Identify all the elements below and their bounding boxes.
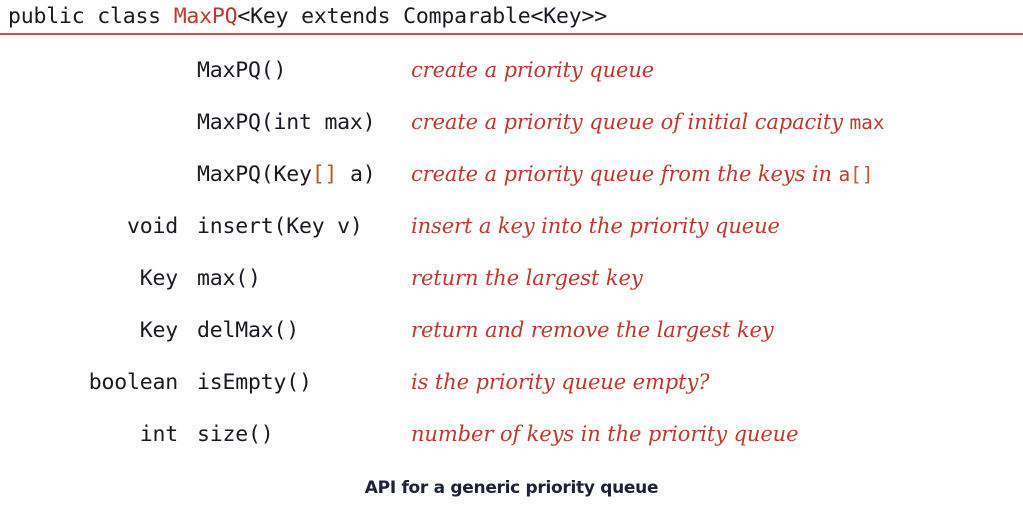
method-signature: isEmpty() bbox=[178, 370, 411, 395]
signature-text: delMax() bbox=[197, 317, 299, 343]
method-signature: MaxPQ(int max) bbox=[178, 110, 411, 135]
method-description: return the largest key bbox=[411, 266, 1023, 290]
api-figure: public class MaxPQ<Key extends Comparabl… bbox=[0, 0, 1023, 512]
table-row: MaxPQ() create a priority queue bbox=[0, 44, 1023, 96]
table-row: MaxPQ(Key[] a) create a priority queue f… bbox=[0, 148, 1023, 200]
method-description: number of keys in the priority queue bbox=[411, 422, 1023, 446]
return-type: boolean bbox=[88, 369, 178, 395]
inline-code-text: max bbox=[849, 111, 885, 134]
class-declaration-prefix: public class bbox=[8, 4, 174, 29]
method-description: is the priority queue empty? bbox=[411, 370, 1023, 394]
description-text: return the largest key bbox=[411, 266, 643, 290]
signature-text: max() bbox=[197, 265, 261, 291]
return-type: int bbox=[139, 421, 178, 447]
description-text: create a priority queue bbox=[411, 58, 655, 82]
signature-text-tail: a) bbox=[337, 161, 376, 187]
description-text: create a priority queue of initial capac… bbox=[411, 110, 850, 134]
signature-text: MaxPQ(Key bbox=[197, 161, 312, 187]
description-text: insert a key into the priority queue bbox=[411, 214, 780, 238]
signature-text: insert(Key v) bbox=[197, 213, 363, 239]
method-signature: MaxPQ() bbox=[178, 58, 411, 83]
method-description: create a priority queue from the keys in… bbox=[411, 162, 1023, 186]
class-declaration-generics: <Key extends Comparable<Key>> bbox=[237, 4, 608, 29]
method-signature: size() bbox=[178, 422, 411, 447]
table-row: void insert(Key v) insert a key into the… bbox=[0, 200, 1023, 252]
signature-text: MaxPQ(int max) bbox=[197, 109, 376, 135]
return-type: Key bbox=[139, 317, 178, 343]
figure-caption: API for a generic priority queue bbox=[364, 478, 659, 498]
table-row: MaxPQ(int max) create a priority queue o… bbox=[0, 96, 1023, 148]
description-text: number of keys in the priority queue bbox=[411, 422, 799, 446]
method-description: create a priority queue of initial capac… bbox=[411, 110, 1023, 134]
signature-text: MaxPQ() bbox=[197, 57, 287, 83]
signature-text: isEmpty() bbox=[197, 369, 312, 395]
method-signature: delMax() bbox=[178, 318, 411, 343]
description-inline-code: max bbox=[850, 111, 885, 134]
table-row: Key max() return the largest key bbox=[0, 252, 1023, 304]
method-signature: insert(Key v) bbox=[178, 214, 411, 239]
method-description: return and remove the largest key bbox=[411, 318, 1023, 342]
method-signature: MaxPQ(Key[] a) bbox=[178, 162, 411, 187]
signature-brackets: [] bbox=[311, 161, 338, 187]
method-signature: max() bbox=[178, 266, 411, 291]
description-inline-code: a[] bbox=[838, 163, 873, 186]
method-description: insert a key into the priority queue bbox=[411, 214, 1023, 238]
inline-code-brackets: [] bbox=[850, 163, 874, 186]
method-description: create a priority queue bbox=[411, 58, 1023, 82]
header-divider-rule bbox=[0, 33, 1023, 35]
signature-text: size() bbox=[197, 421, 274, 447]
description-text: create a priority queue from the keys in bbox=[411, 162, 839, 186]
table-row: Key delMax() return and remove the large… bbox=[0, 304, 1023, 356]
table-row: int size() number of keys in the priorit… bbox=[0, 408, 1023, 460]
description-text: return and remove the largest key bbox=[411, 318, 774, 342]
api-method-table: MaxPQ() create a priority queue MaxPQ(in… bbox=[0, 44, 1023, 460]
return-type: void bbox=[127, 213, 178, 239]
description-text: is the priority queue empty? bbox=[411, 370, 710, 394]
return-type: Key bbox=[139, 265, 178, 291]
class-name: MaxPQ bbox=[173, 4, 238, 29]
table-row: boolean isEmpty() is the priority queue … bbox=[0, 356, 1023, 408]
class-declaration: public class MaxPQ<Key extends Comparabl… bbox=[8, 2, 607, 32]
inline-code-text: a bbox=[838, 163, 851, 186]
